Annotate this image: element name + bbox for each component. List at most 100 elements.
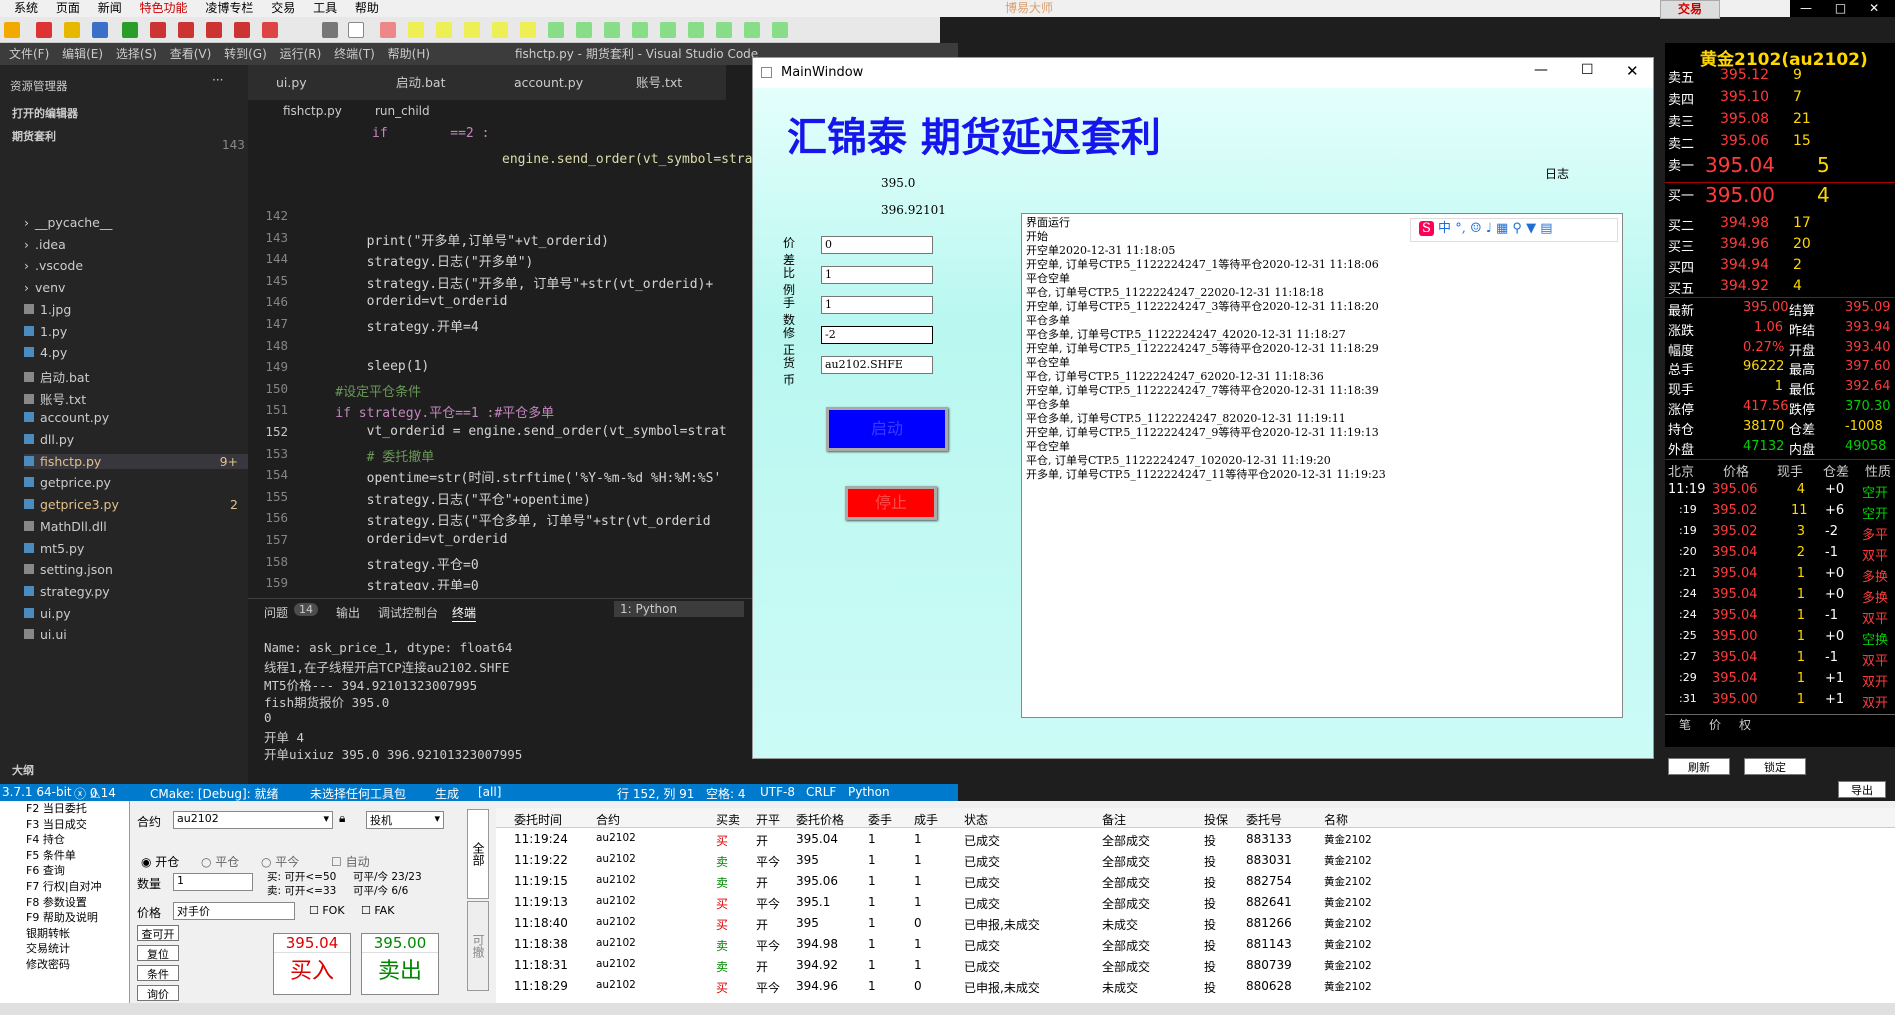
menu-help[interactable]: 帮助(H) xyxy=(388,47,430,61)
file-item[interactable]: 账号.txt xyxy=(24,389,248,408)
search-icon[interactable] xyxy=(150,22,166,38)
bid-row[interactable]: 买二 394.98 17 xyxy=(1665,213,1895,235)
status-cmake[interactable]: CMake: [Debug]: 就绪 xyxy=(150,785,279,802)
tab-problems[interactable]: 问题 xyxy=(264,604,288,621)
column-header[interactable]: 开平 xyxy=(756,811,780,828)
fak-checkbox[interactable]: ☐ FAK xyxy=(361,904,394,917)
column-header[interactable]: 买卖 xyxy=(716,811,740,828)
file-item[interactable]: account.py xyxy=(24,410,248,425)
order-row[interactable]: 11:19:13 au2102 买 平今 395.1 1 1 已成交 全部成交 投 882641 黄金… xyxy=(496,892,1895,913)
tab-ui-py[interactable]: ui.py xyxy=(248,65,368,100)
home-icon[interactable] xyxy=(36,22,52,38)
menu-trade[interactable]: 交易 xyxy=(271,0,295,17)
menu-page[interactable]: 页面 xyxy=(56,0,80,17)
menu-system[interactable]: 系统 xyxy=(14,0,38,17)
file-item[interactable]: 4.py xyxy=(24,345,248,360)
auto-checkbox[interactable]: ☐ 自动 xyxy=(331,853,370,870)
indicator-icon[interactable] xyxy=(380,22,396,38)
tab-all[interactable]: 全部 xyxy=(467,809,489,899)
period-icon[interactable] xyxy=(576,22,592,38)
tab-account-py[interactable]: account.py xyxy=(486,65,608,100)
bid-row[interactable]: 买三 394.96 20 xyxy=(1665,234,1895,256)
period-icon[interactable] xyxy=(604,22,620,38)
status-position[interactable]: 行 152, 列 91 xyxy=(617,785,694,802)
menu-tools[interactable]: 工具 xyxy=(313,0,337,17)
status-build[interactable]: 生成 xyxy=(435,785,459,802)
close-icon[interactable]: ✕ xyxy=(1626,62,1639,80)
ask-row[interactable]: 卖三 395.08 21 xyxy=(1665,109,1895,131)
ime-toolbar[interactable]: S 中 °, ☺ ♩ ▦ ⚲ ▼ ▤ xyxy=(1410,218,1618,242)
column-header[interactable]: 委托号 xyxy=(1246,811,1282,828)
hedge-select[interactable]: 投机 ▾ xyxy=(366,811,444,829)
fok-checkbox[interactable]: ☐ FOK xyxy=(309,904,345,917)
breadcrumb-file[interactable]: fishctp.py xyxy=(283,104,342,118)
menu-edit[interactable]: 编辑(E) xyxy=(62,47,103,61)
brush-icon[interactable] xyxy=(234,22,250,38)
menu-features[interactable]: 特色功能 xyxy=(140,0,188,17)
status-language[interactable]: Python xyxy=(848,785,890,799)
status-kit[interactable]: 未选择任何工具包 xyxy=(310,785,406,802)
order-row[interactable]: 11:18:31 au2102 卖 开 394.92 1 1 已成交 全部成交 投 880739 黄金… xyxy=(496,955,1895,976)
menu-news[interactable]: 新闻 xyxy=(98,0,122,17)
period-icon[interactable] xyxy=(716,22,732,38)
zoom-icon[interactable] xyxy=(178,22,194,38)
period-icon[interactable] xyxy=(772,22,788,38)
terminal-select[interactable]: 1: Python xyxy=(614,601,744,617)
file-item[interactable]: MathDll.dll xyxy=(24,519,248,534)
folder-item[interactable]: › .vscode xyxy=(24,258,248,273)
order-row[interactable]: 11:19:24 au2102 买 开 395.04 1 1 已成交 全部成交 投 883133 黄金… xyxy=(496,829,1895,850)
column-header[interactable]: 委托时间 xyxy=(514,811,562,828)
file-item[interactable]: setting.json xyxy=(24,562,248,577)
side-menu-item[interactable]: F9 帮助及说明 xyxy=(26,909,98,925)
file-item[interactable]: strategy.py xyxy=(24,584,248,599)
side-menu-item[interactable]: F4 持仓 xyxy=(26,831,65,847)
menu-go[interactable]: 转到(G) xyxy=(224,47,267,61)
condition-button[interactable]: 条件 xyxy=(137,965,179,981)
period-icon[interactable] xyxy=(632,22,648,38)
status-eol[interactable]: CRLF xyxy=(806,785,836,799)
flag-icon[interactable] xyxy=(262,22,278,38)
breadcrumb-symbol[interactable]: run_child xyxy=(375,104,430,118)
spread-input[interactable]: 0 xyxy=(821,236,933,254)
ask-row[interactable]: 卖一 395.04 5 xyxy=(1665,153,1895,181)
file-item[interactable]: 1.py xyxy=(24,324,248,339)
column-header[interactable]: 成手 xyxy=(914,811,938,828)
file-item[interactable]: mt5.py xyxy=(24,541,248,556)
status-python-version[interactable]: 3.7.1 64-bit xyxy=(2,785,72,799)
radio-close[interactable]: ○ 平仓 xyxy=(201,853,239,870)
column-header[interactable]: 备注 xyxy=(1102,811,1126,828)
file-item[interactable]: 1.jpg xyxy=(24,302,248,317)
file-item[interactable]: ui.ui xyxy=(24,627,248,642)
period-icon[interactable] xyxy=(688,22,704,38)
side-menu-item[interactable]: 银期转帐 xyxy=(26,925,70,941)
folder-item[interactable]: › .idea xyxy=(24,237,248,252)
column-header[interactable]: 委托价格 xyxy=(796,811,844,828)
minimize-icon[interactable]: — xyxy=(1534,62,1548,78)
query-open-button[interactable]: 查可开 xyxy=(137,925,179,941)
tab-account-txt[interactable]: 账号.txt xyxy=(608,65,726,100)
ratio-input[interactable]: 1 xyxy=(821,266,933,284)
column-header[interactable]: 合约 xyxy=(596,811,620,828)
side-menu-item[interactable]: 修改密码 xyxy=(26,956,70,972)
file-item[interactable]: ui.py xyxy=(24,606,248,621)
quote-tab[interactable]: 价 xyxy=(1709,716,1721,733)
tab-start-bat[interactable]: 启动.bat xyxy=(368,65,486,100)
ask-row[interactable]: 卖二 395.06 15 xyxy=(1665,131,1895,153)
menu-run[interactable]: 运行(R) xyxy=(280,47,322,61)
contract-select[interactable]: au2102 ▾ xyxy=(173,811,333,829)
tab-output[interactable]: 输出 xyxy=(336,604,360,621)
period-icon[interactable] xyxy=(660,22,676,38)
start-button[interactable]: 启动 xyxy=(826,407,948,451)
lock-icon[interactable]: 🔒︎ xyxy=(339,811,345,826)
chart-icon[interactable] xyxy=(348,22,364,38)
radio-open[interactable]: ◉ 开仓 xyxy=(141,853,179,870)
table-icon[interactable] xyxy=(322,22,338,38)
tab-terminal[interactable]: 终端 xyxy=(452,604,477,622)
outline-section[interactable]: 大纲 xyxy=(12,762,34,778)
file-item[interactable]: 启动.bat xyxy=(24,367,248,386)
folder-section[interactable]: 期货套利 xyxy=(12,128,56,144)
refresh-icon[interactable] xyxy=(122,22,138,38)
folder-item[interactable]: › __pycache__ xyxy=(24,215,248,230)
buy-button[interactable]: 395.04 买入 xyxy=(273,933,351,995)
tab-cancelable[interactable]: 可撤 xyxy=(467,901,489,991)
